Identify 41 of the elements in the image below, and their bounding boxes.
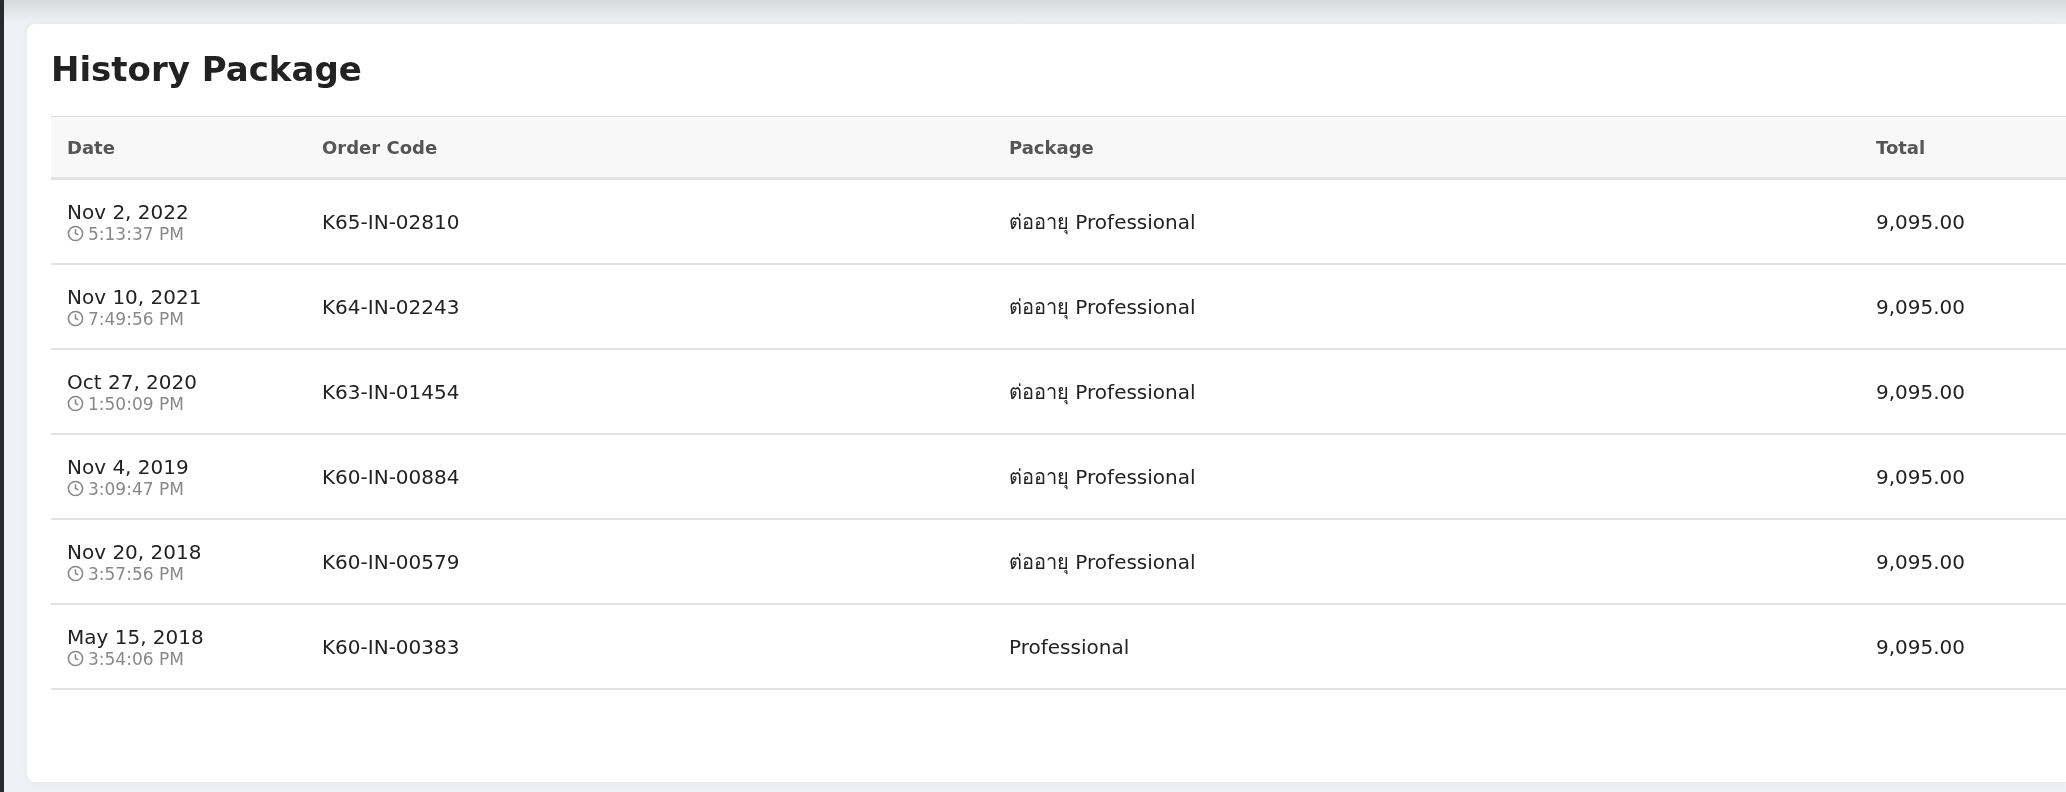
total-text: 9,095.00	[1876, 634, 1967, 659]
total-text: 9,095.00	[1876, 294, 1967, 319]
column-header: Order Code	[306, 116, 993, 180]
package-text: Professional	[1009, 634, 1131, 659]
time-text: 5:13:37 PM	[88, 223, 184, 244]
order-code-text: K65-IN-02810	[322, 209, 461, 234]
date-text: Nov 10, 2021	[67, 284, 203, 309]
clock-icon	[67, 565, 84, 582]
total-text: 9,095.00	[1876, 549, 1967, 574]
order-code-text: K60-IN-00884	[322, 464, 461, 489]
column-header: Date	[51, 116, 306, 180]
total-text: 9,095.00	[1876, 209, 1967, 234]
page-title: History Package	[51, 48, 363, 91]
package-text: ต่ออายุ Professional	[1009, 463, 1197, 492]
package-text: ต่ออายุ Professional	[1009, 293, 1197, 322]
time-text: 3:09:47 PM	[88, 478, 184, 499]
date-text: Nov 2, 2022	[67, 199, 190, 224]
package-text: ต่ออายุ Professional	[1009, 378, 1197, 407]
time-text: 1:50:09 PM	[88, 393, 184, 414]
clock-icon	[67, 225, 84, 242]
date-text: May 15, 2018	[67, 624, 205, 649]
clock-icon	[67, 650, 84, 667]
date-text: Oct 27, 2020	[67, 369, 198, 394]
column-header: Total	[1860, 116, 2066, 180]
time-text: 3:57:56 PM	[88, 563, 184, 584]
package-text: ต่ออายุ Professional	[1009, 548, 1197, 577]
clock-icon	[67, 480, 84, 497]
order-code-text: K64-IN-02243	[322, 294, 461, 319]
time-text: 3:54:06 PM	[88, 648, 184, 669]
total-text: 9,095.00	[1876, 379, 1967, 404]
order-code-text: K60-IN-00383	[322, 634, 461, 659]
date-text: Nov 4, 2019	[67, 454, 190, 479]
total-text: 9,095.00	[1876, 464, 1967, 489]
column-header: Package	[993, 116, 1860, 180]
clock-icon	[67, 395, 84, 412]
order-code-text: K63-IN-01454	[322, 379, 461, 404]
time-text: 7:49:56 PM	[88, 308, 184, 329]
date-text: Nov 20, 2018	[67, 539, 203, 564]
order-code-text: K60-IN-00579	[322, 549, 461, 574]
package-text: ต่ออายุ Professional	[1009, 208, 1197, 237]
clock-icon	[67, 310, 84, 327]
